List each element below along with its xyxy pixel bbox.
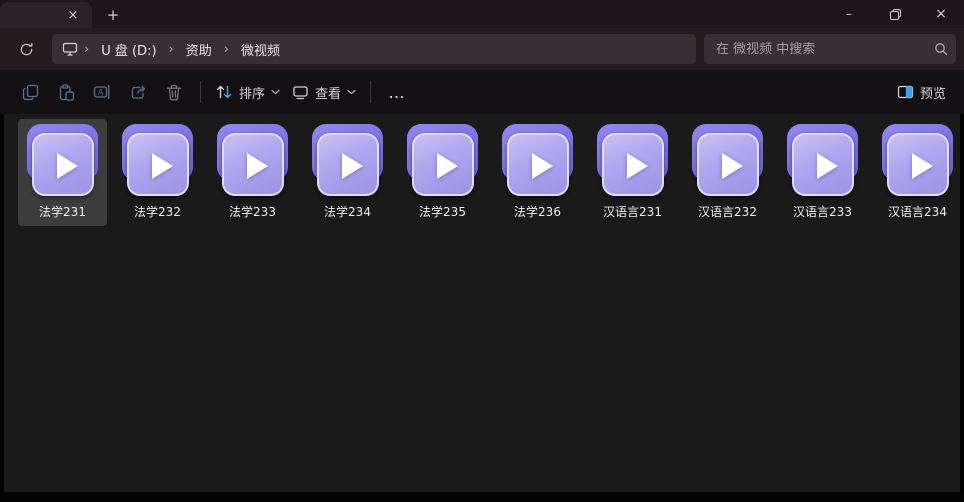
- play-icon: [437, 153, 458, 179]
- breadcrumb-drive[interactable]: U 盘 (D:): [95, 38, 162, 61]
- chevron-down-icon: [271, 89, 280, 95]
- file-name: 法学232: [134, 203, 181, 220]
- video-thumbnail-icon: [499, 124, 577, 199]
- breadcrumb-separator: ›: [78, 42, 95, 57]
- paste-icon: [58, 84, 75, 101]
- address-bar[interactable]: › U 盘 (D:) › 资助 › 微视频: [52, 34, 696, 64]
- share-button[interactable]: [120, 76, 156, 108]
- play-icon: [817, 153, 838, 179]
- video-thumbnail-icon: [404, 124, 482, 199]
- play-icon: [57, 153, 78, 179]
- rename-icon: A: [93, 84, 111, 100]
- file-name: 法学236: [514, 203, 561, 220]
- breadcrumb-separator: ›: [163, 42, 180, 57]
- breadcrumb-folder[interactable]: 资助: [180, 38, 218, 61]
- video-thumbnail-icon: [879, 124, 957, 199]
- sort-label: 排序: [239, 83, 265, 102]
- breadcrumb-separator: ›: [218, 42, 235, 57]
- view-display-icon: [292, 85, 309, 100]
- file-explorer-window: × + – × › U 盘: [0, 0, 964, 502]
- view-label: 查看: [315, 83, 341, 102]
- chevron-down-icon: [347, 89, 356, 95]
- new-tab-button[interactable]: +: [100, 4, 126, 26]
- command-toolbar: A 排序: [0, 70, 964, 114]
- this-pc-icon: [62, 42, 78, 56]
- file-tile[interactable]: 汉语言231: [588, 119, 677, 226]
- tab-bar: × + – ×: [0, 0, 964, 28]
- search-input[interactable]: [716, 42, 934, 57]
- preview-button[interactable]: 预览: [891, 76, 952, 108]
- file-tile[interactable]: 法学232: [113, 119, 202, 226]
- preview-pane-icon: [897, 85, 914, 99]
- close-window-button[interactable]: ×: [918, 0, 964, 28]
- refresh-button[interactable]: [10, 34, 42, 64]
- file-tile[interactable]: 汉语言233: [778, 119, 867, 226]
- play-icon: [912, 153, 933, 179]
- file-tile[interactable]: 法学236: [493, 119, 582, 226]
- restore-icon: [890, 9, 901, 20]
- more-options-icon: …: [389, 83, 406, 102]
- restore-button[interactable]: [872, 0, 918, 28]
- play-icon: [247, 153, 268, 179]
- file-grid[interactable]: 法学231 法学232 法学233 法学234: [0, 114, 964, 492]
- paste-button[interactable]: [48, 76, 84, 108]
- refresh-icon: [19, 42, 34, 57]
- copy-icon: [22, 84, 39, 101]
- video-thumbnail-icon: [689, 124, 767, 199]
- view-button[interactable]: 查看: [286, 76, 362, 108]
- copy-button[interactable]: [12, 76, 48, 108]
- video-thumbnail-icon: [309, 124, 387, 199]
- navigation-bar: › U 盘 (D:) › 资助 › 微视频: [0, 28, 964, 70]
- window-controls: – ×: [826, 0, 964, 28]
- explorer-tab[interactable]: ×: [0, 2, 92, 28]
- play-icon: [342, 153, 363, 179]
- breadcrumb-current-folder[interactable]: 微视频: [235, 38, 286, 61]
- file-name: 法学231: [39, 203, 86, 220]
- video-thumbnail-icon: [24, 124, 102, 199]
- delete-icon: [166, 84, 182, 101]
- play-icon: [627, 153, 648, 179]
- play-icon: [152, 153, 173, 179]
- toolbar-divider: [370, 81, 371, 103]
- file-name: 汉语言232: [698, 203, 757, 220]
- file-tile[interactable]: 法学231: [18, 119, 107, 226]
- file-tile[interactable]: 法学233: [208, 119, 297, 226]
- more-options-button[interactable]: …: [379, 76, 415, 108]
- rename-button[interactable]: A: [84, 76, 120, 108]
- file-name: 汉语言233: [793, 203, 852, 220]
- search-icon: [934, 42, 948, 56]
- play-icon: [532, 153, 553, 179]
- sort-button[interactable]: 排序: [209, 76, 286, 108]
- video-thumbnail-icon: [119, 124, 197, 199]
- file-tile[interactable]: 法学235: [398, 119, 487, 226]
- file-name: 汉语言234: [888, 203, 947, 220]
- svg-text:A: A: [98, 88, 104, 97]
- video-thumbnail-icon: [594, 124, 672, 199]
- play-icon: [722, 153, 743, 179]
- toolbar-divider: [200, 81, 201, 103]
- preview-label: 预览: [920, 83, 946, 102]
- sort-arrows-icon: [215, 84, 233, 100]
- delete-button[interactable]: [156, 76, 192, 108]
- file-tile[interactable]: 法学234: [303, 119, 392, 226]
- video-thumbnail-icon: [214, 124, 292, 199]
- file-tile[interactable]: 汉语言234: [873, 119, 962, 226]
- tab-close-icon[interactable]: ×: [64, 6, 82, 24]
- minimize-button[interactable]: –: [826, 0, 872, 28]
- share-icon: [130, 84, 147, 101]
- search-box[interactable]: [704, 34, 956, 64]
- file-name: 法学233: [229, 203, 276, 220]
- window-bottom-edge: [0, 492, 964, 502]
- file-tile[interactable]: 汉语言232: [683, 119, 772, 226]
- file-name: 汉语言231: [603, 203, 662, 220]
- file-name: 法学235: [419, 203, 466, 220]
- video-thumbnail-icon: [784, 124, 862, 199]
- file-name: 法学234: [324, 203, 371, 220]
